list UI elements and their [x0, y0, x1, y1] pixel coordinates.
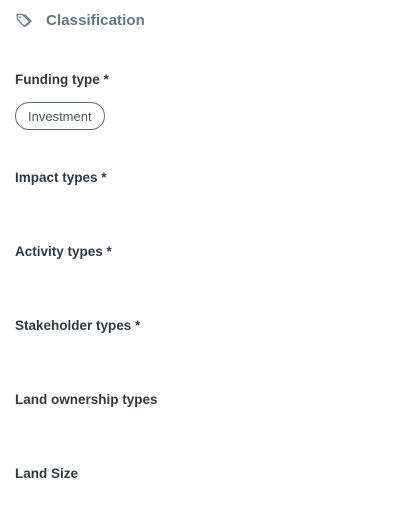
land-size-label: Land Size [15, 466, 79, 481]
funding-type-chip-investment[interactable]: Investment [15, 102, 105, 130]
section-title: Classification [46, 11, 145, 29]
tag-icon [15, 12, 32, 29]
land-ownership-types-label: Land ownership types [15, 392, 158, 407]
impact-types-label: Impact types * [15, 170, 107, 185]
activity-types-label: Activity types * [15, 244, 112, 259]
funding-type-label: Funding type * [15, 72, 109, 87]
stakeholder-types-label: Stakeholder types * [15, 318, 141, 333]
section-header: Classification [15, 9, 145, 31]
